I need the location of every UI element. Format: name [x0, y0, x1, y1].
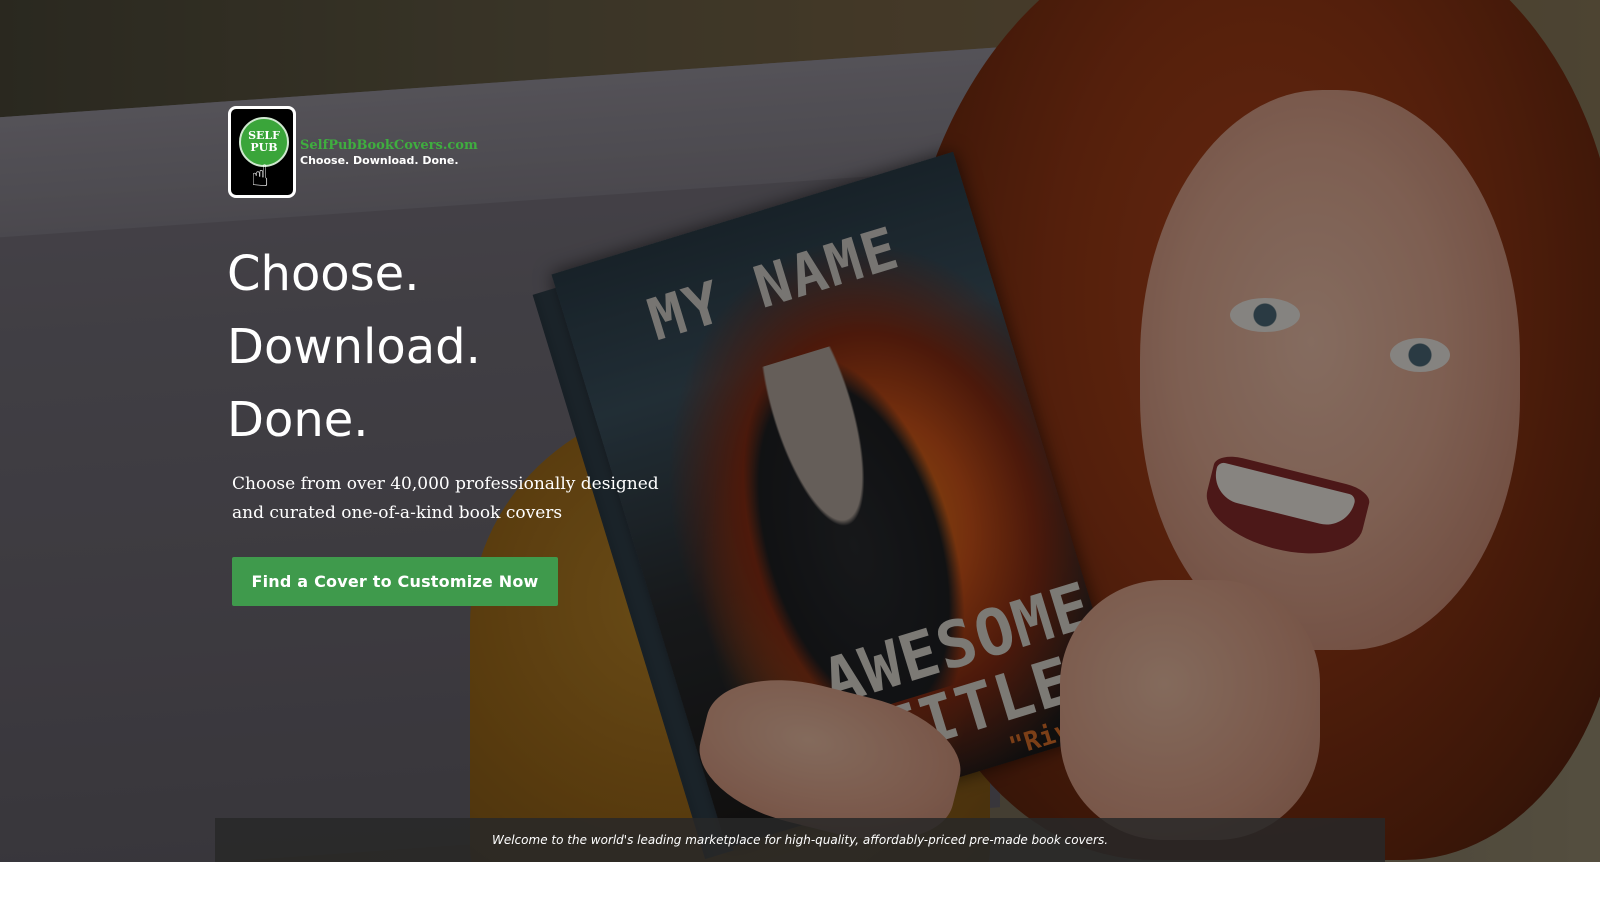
hero-subtext: Choose from over 40,000 professionally d… [232, 474, 659, 523]
site-logo[interactable]: SELF PUB ☝ SelfPubBookCovers.com Choose.… [228, 106, 478, 202]
headline-line-1: Choose. [227, 246, 420, 302]
logo-tagline: Choose. Download. Done. [300, 154, 459, 167]
logo-badge-line-2: PUB [250, 141, 278, 154]
headline-line-2: Download. [227, 319, 481, 375]
tablet-icon: SELF PUB ☝ [228, 106, 296, 198]
welcome-text: Welcome to the world's leading marketpla… [491, 833, 1109, 847]
find-cover-button[interactable]: Find a Cover to Customize Now [232, 557, 558, 606]
pointing-hand-icon: ☝ [251, 159, 270, 194]
welcome-banner: Welcome to the world's leading marketpla… [215, 818, 1385, 862]
headline-line-3: Done. [227, 392, 369, 448]
hero-headline: Choose. Download. Done. [227, 238, 481, 457]
hero-section: MY NAME AWESOME TITLE "Rivetin SELF PUB … [0, 0, 1600, 862]
logo-site-name: SelfPubBookCovers.com [300, 138, 478, 153]
